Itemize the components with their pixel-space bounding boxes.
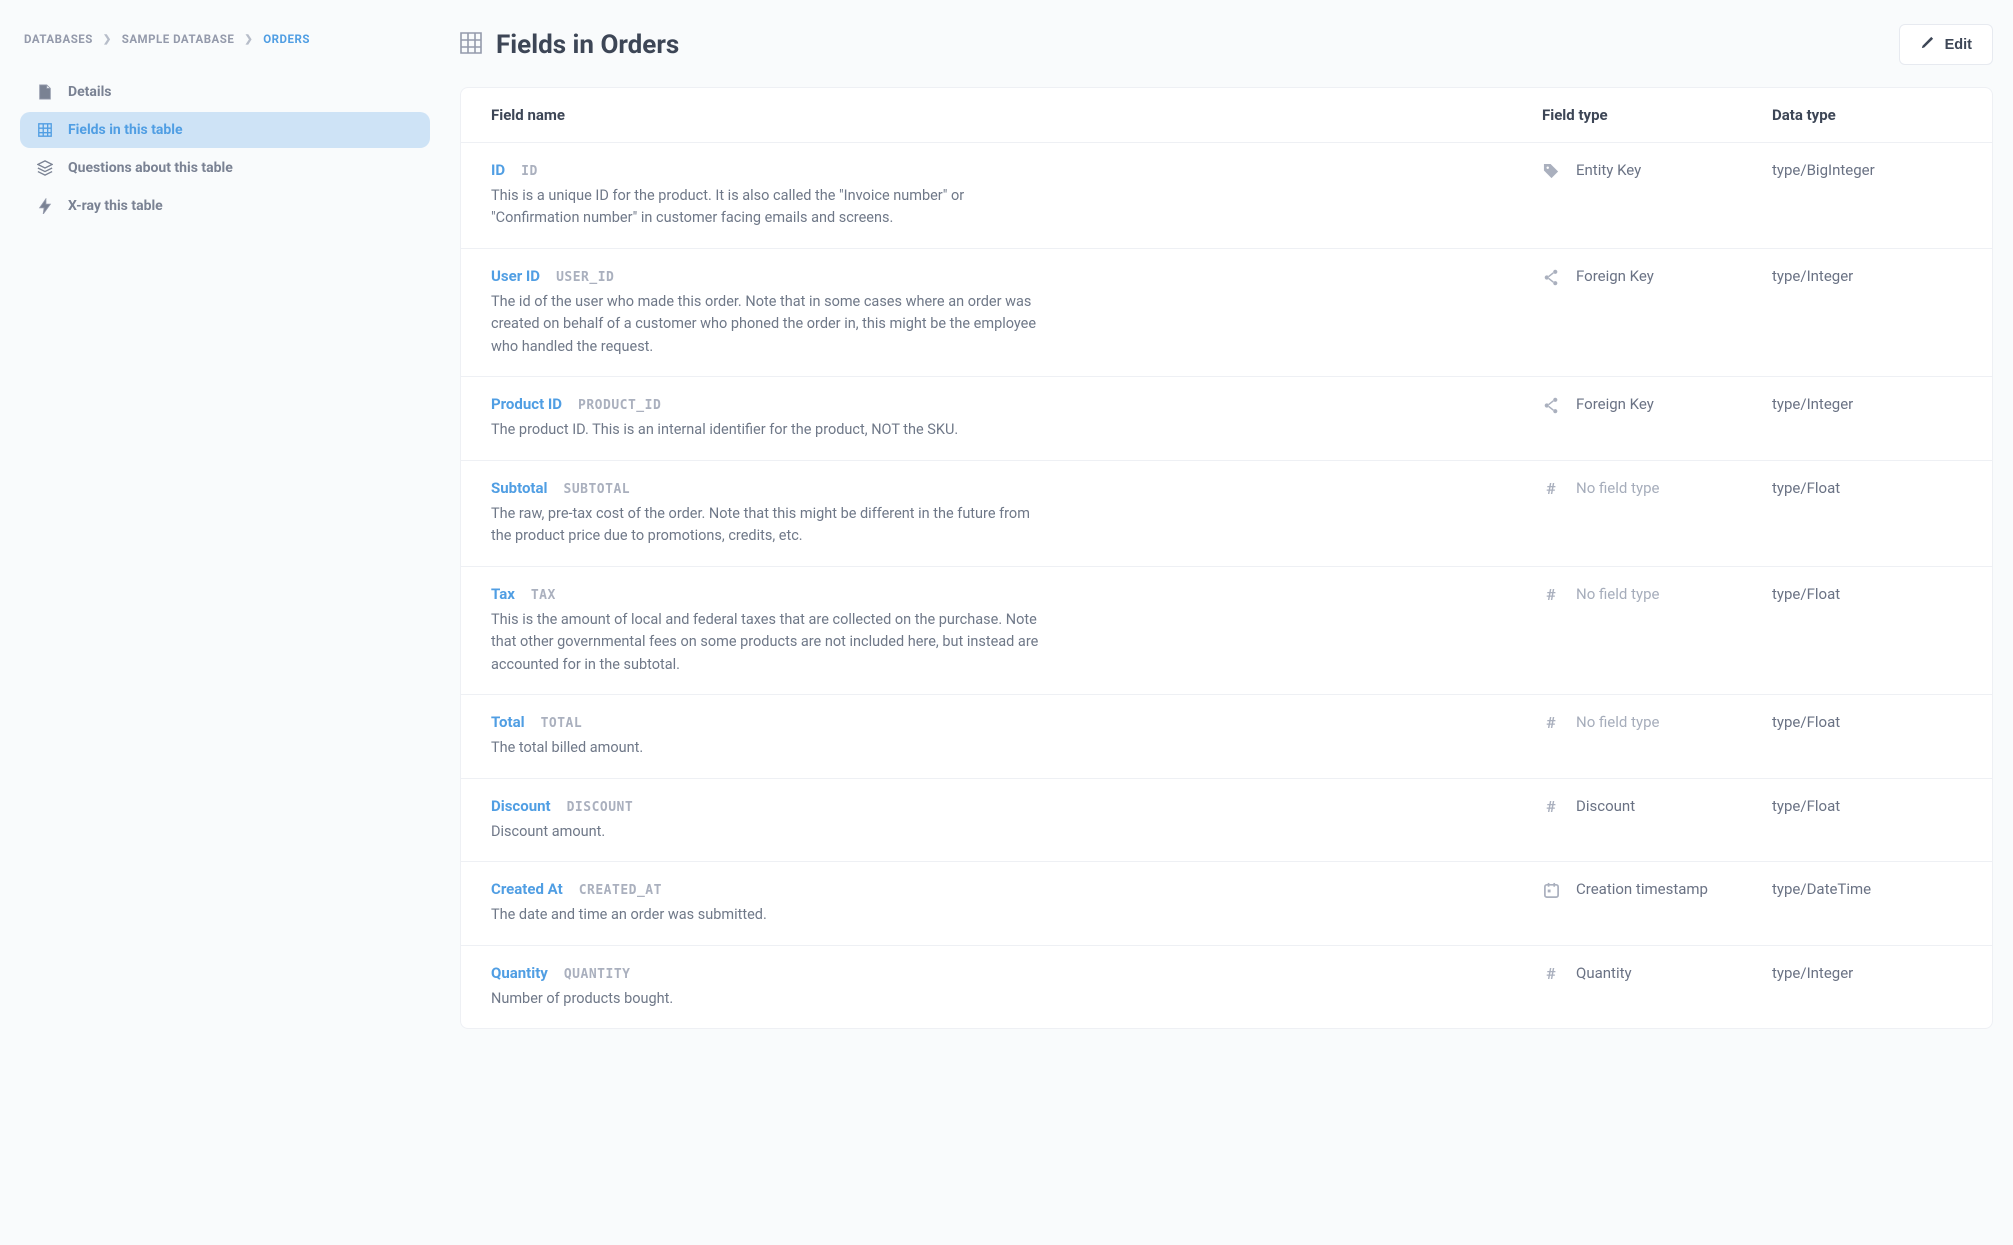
- hash-icon: #: [1542, 481, 1560, 497]
- field-row: Tax TAX This is the amount of local and fe…: [461, 566, 1992, 694]
- field-description: This is the amount of local and federal …: [491, 609, 1051, 676]
- field-name-link[interactable]: Subtotal: [491, 479, 548, 497]
- field-row: Discount DISCOUNT Discount amount. # Discoun…: [461, 778, 1992, 861]
- field-row: Quantity QUANTITY Number of products bough…: [461, 945, 1992, 1028]
- field-name-link[interactable]: Created At: [491, 880, 563, 898]
- field-name-link[interactable]: Total: [491, 713, 525, 731]
- field-description: The raw, pre-tax cost of the order. Note…: [491, 503, 1051, 548]
- field-type-label: Foreign Key: [1576, 395, 1654, 413]
- data-type-label: type/Float: [1772, 479, 1840, 497]
- pencil-icon: [1920, 35, 1935, 54]
- field-name-link[interactable]: Product ID: [491, 395, 562, 413]
- sidebar-item-questions[interactable]: Questions about this table: [20, 150, 430, 186]
- data-type-label: type/DateTime: [1772, 880, 1871, 898]
- field-description: Number of products bought.: [491, 988, 1051, 1010]
- share-icon: [1542, 397, 1560, 414]
- chevron-right-icon: ❯: [103, 34, 112, 45]
- data-type-label: type/Integer: [1772, 964, 1853, 982]
- field-description: The product ID. This is an internal iden…: [491, 419, 1051, 441]
- field-description: The id of the user who made this order. …: [491, 291, 1051, 358]
- field-name-link[interactable]: Quantity: [491, 964, 548, 982]
- breadcrumb: DATABASES ❯ SAMPLE DATABASE ❯ ORDERS: [20, 28, 430, 74]
- data-type-label: type/Float: [1772, 797, 1840, 815]
- field-description: The date and time an order was submitted…: [491, 904, 1051, 926]
- col-header-data: Data type: [1772, 106, 1962, 124]
- field-type-label: Creation timestamp: [1576, 880, 1708, 898]
- sidebar-item-label: Fields in this table: [68, 122, 183, 138]
- page-header: Fields in Orders Edit: [460, 20, 1993, 87]
- stack-icon: [36, 160, 54, 176]
- chevron-right-icon: ❯: [244, 34, 253, 45]
- field-row: Product ID PRODUCT_ID The product ID. This…: [461, 376, 1992, 459]
- field-code: TAX: [531, 588, 556, 603]
- field-code: USER_ID: [556, 270, 614, 285]
- field-row: User ID USER_ID The id of the user who mad…: [461, 248, 1992, 376]
- field-type-label: Foreign Key: [1576, 267, 1654, 285]
- data-type-label: type/BigInteger: [1772, 161, 1875, 179]
- field-row: Created At CREATED_AT The date and time an…: [461, 861, 1992, 944]
- field-code: SUBTOTAL: [564, 482, 631, 497]
- col-header-name: Field name: [491, 106, 1542, 124]
- field-code: QUANTITY: [564, 967, 631, 982]
- page-title: Fields in Orders: [496, 30, 679, 60]
- field-type-label: Quantity: [1576, 964, 1632, 982]
- col-header-type: Field type: [1542, 106, 1772, 124]
- field-name-link[interactable]: ID: [491, 161, 505, 179]
- field-row: ID ID This is a unique ID for the product.…: [461, 142, 1992, 248]
- bolt-icon: [36, 198, 54, 214]
- fields-panel: Field name Field type Data type ID ID This…: [460, 87, 1993, 1029]
- breadcrumb-item[interactable]: SAMPLE DATABASE: [122, 32, 235, 46]
- sidebar-item-fields[interactable]: Fields in this table: [20, 112, 430, 148]
- hash-icon: #: [1542, 587, 1560, 603]
- sidebar-item-xray[interactable]: X-ray this table: [20, 188, 430, 224]
- data-type-label: type/Integer: [1772, 395, 1853, 413]
- hash-icon: #: [1542, 966, 1560, 982]
- field-code: PRODUCT_ID: [578, 398, 661, 413]
- table-icon: [460, 32, 482, 58]
- field-row: Subtotal SUBTOTAL The raw, pre-tax cost of…: [461, 460, 1992, 566]
- field-code: TOTAL: [541, 716, 583, 731]
- field-code: CREATED_AT: [579, 883, 662, 898]
- field-name-link[interactable]: Tax: [491, 585, 515, 603]
- field-description: The total billed amount.: [491, 737, 1051, 759]
- data-type-label: type/Float: [1772, 713, 1840, 731]
- main-content: Fields in Orders Edit Field name Field t…: [440, 10, 2003, 1235]
- data-type-label: type/Float: [1772, 585, 1840, 603]
- field-code: DISCOUNT: [567, 800, 634, 815]
- field-type-label: Discount: [1576, 797, 1635, 815]
- field-code: ID: [521, 164, 538, 179]
- field-description: Discount amount.: [491, 821, 1051, 843]
- edit-button-label: Edit: [1945, 37, 1972, 53]
- edit-button[interactable]: Edit: [1899, 24, 1993, 65]
- sidebar-item-label: X-ray this table: [68, 198, 163, 214]
- breadcrumb-item[interactable]: ORDERS: [263, 32, 310, 46]
- data-type-label: type/Integer: [1772, 267, 1853, 285]
- breadcrumb-item[interactable]: DATABASES: [24, 32, 93, 46]
- share-icon: [1542, 269, 1560, 286]
- page-icon: [36, 84, 54, 100]
- tag-icon: [1542, 163, 1560, 180]
- field-type-label: No field type: [1576, 713, 1659, 731]
- hash-icon: #: [1542, 799, 1560, 815]
- field-name-link[interactable]: User ID: [491, 267, 540, 285]
- table-icon: [36, 122, 54, 138]
- sidebar-item-details[interactable]: Details: [20, 74, 430, 110]
- field-type-label: No field type: [1576, 479, 1659, 497]
- sidebar-item-label: Details: [68, 84, 112, 100]
- field-row: Total TOTAL The total billed amount. # No fi…: [461, 694, 1992, 777]
- sidebar-nav: Details Fields in this table Questions abo…: [20, 74, 430, 224]
- field-type-label: Entity Key: [1576, 161, 1641, 179]
- field-description: This is a unique ID for the product. It …: [491, 185, 1051, 230]
- field-name-link[interactable]: Discount: [491, 797, 551, 815]
- calendar-icon: [1542, 882, 1560, 899]
- fields-table-header: Field name Field type Data type: [461, 88, 1992, 142]
- hash-icon: #: [1542, 715, 1560, 731]
- sidebar-item-label: Questions about this table: [68, 160, 233, 176]
- field-type-label: No field type: [1576, 585, 1659, 603]
- sidebar: DATABASES ❯ SAMPLE DATABASE ❯ ORDERS Details…: [10, 10, 440, 1235]
